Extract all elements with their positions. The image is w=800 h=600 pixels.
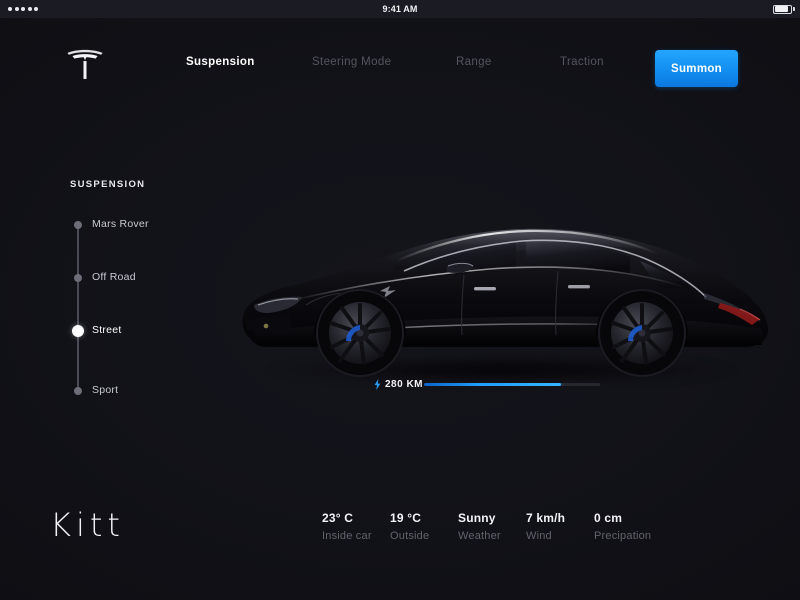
slider-dot-icon bbox=[73, 274, 82, 282]
stat-value: 19 °C bbox=[390, 511, 422, 525]
suspension-option-label: Sport bbox=[92, 384, 119, 396]
suspension-option-label: Street bbox=[92, 324, 122, 336]
stat-value: Sunny bbox=[458, 511, 496, 525]
weather-stats-bar: 23° C Inside car 19 °C Outside Sunny Wea… bbox=[322, 511, 662, 542]
status-clock: 9:41 AM bbox=[382, 4, 418, 14]
suspension-option-off-road[interactable]: Off Road bbox=[62, 268, 222, 288]
nav-tab-steering-mode[interactable]: Steering Mode bbox=[312, 56, 391, 68]
battery-icon bbox=[773, 4, 795, 14]
stat-label: Wind bbox=[526, 530, 552, 542]
slider-dot-selected-icon bbox=[71, 325, 84, 337]
tesla-control-screen: 9:41 AM Suspension Steering Mode Range T… bbox=[0, 0, 800, 600]
stat-wind: 7 km/h Wind bbox=[526, 511, 594, 542]
nav-tab-traction[interactable]: Traction bbox=[560, 56, 604, 68]
suspension-option-label: Off Road bbox=[92, 271, 136, 283]
range-value: 280 KM bbox=[385, 378, 424, 390]
suspension-option-street[interactable]: Street bbox=[62, 321, 222, 341]
stat-value: 23° C bbox=[322, 511, 354, 525]
range-progress-track[interactable] bbox=[424, 382, 600, 386]
slider-dot-icon bbox=[73, 221, 82, 229]
status-bar: 9:41 AM bbox=[0, 0, 800, 18]
stat-label: Outside bbox=[390, 530, 430, 542]
stat-weather: Sunny Weather bbox=[458, 511, 526, 542]
stat-value: 0 cm bbox=[594, 511, 623, 525]
suspension-slider-track[interactable] bbox=[76, 224, 79, 390]
suspension-option-sport[interactable]: Sport bbox=[62, 381, 222, 401]
range-progress-fill bbox=[424, 382, 562, 386]
range-indicator: 280 KM bbox=[374, 377, 600, 391]
slider-dot-icon bbox=[73, 387, 82, 395]
lightning-bolt-icon bbox=[374, 379, 381, 390]
suspension-option-label: Mars Rover bbox=[92, 218, 149, 230]
stat-precipitation: 0 cm Precipation bbox=[594, 511, 662, 542]
stat-value: 7 km/h bbox=[526, 511, 566, 525]
nav-tab-range[interactable]: Range bbox=[456, 56, 492, 68]
stat-outside: 19 °C Outside bbox=[390, 511, 458, 542]
nav-tab-suspension[interactable]: Suspension bbox=[186, 56, 255, 68]
stat-inside-car: 23° C Inside car bbox=[322, 511, 390, 542]
stat-label: Weather bbox=[458, 530, 501, 542]
stat-label: Precipation bbox=[594, 530, 652, 542]
suspension-section-title: SUSPENSION bbox=[70, 179, 146, 190]
stat-label: Inside car bbox=[322, 530, 372, 542]
tesla-logo-icon[interactable] bbox=[62, 45, 108, 83]
suspension-option-mars-rover[interactable]: Mars Rover bbox=[62, 215, 222, 235]
tesla-model-s-image bbox=[228, 205, 788, 395]
app-brand-logo: Kitt bbox=[50, 506, 125, 544]
summon-button[interactable]: Summon bbox=[655, 50, 738, 87]
